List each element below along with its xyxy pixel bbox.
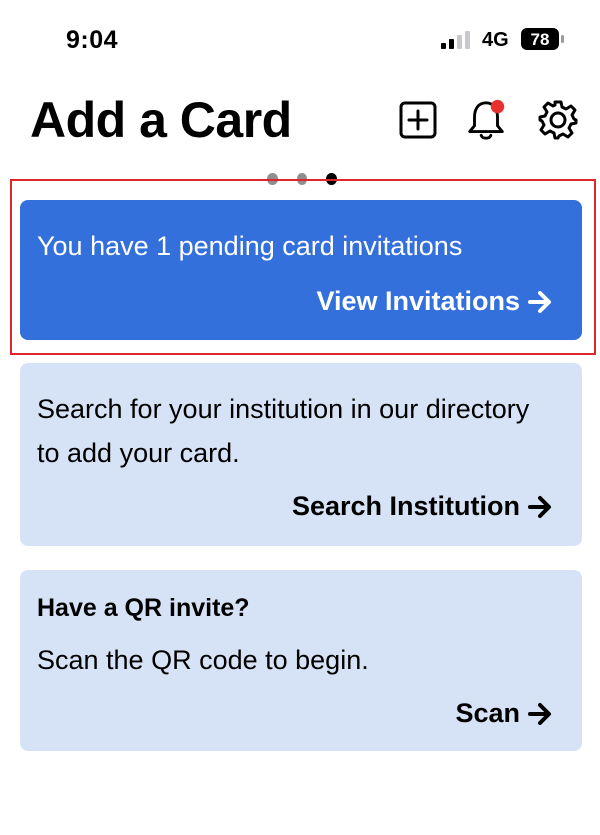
plus-square-icon	[399, 101, 437, 139]
gear-icon	[538, 100, 578, 140]
page-title: Add a Card	[30, 92, 292, 148]
notifications-button[interactable]	[463, 97, 509, 143]
battery-icon: 78	[521, 28, 564, 50]
qr-invite-message: Scan the QR code to begin.	[37, 645, 369, 675]
status-bar: 9:04 4G 78	[0, 0, 600, 80]
add-card-screen: 9:04 4G 78 Add a Card You have 1 pending…	[0, 0, 600, 835]
scan-button[interactable]: Scan	[455, 698, 554, 729]
cellular-signal-icon	[441, 31, 470, 49]
arrow-right-icon	[528, 290, 551, 313]
status-time: 9:04	[66, 26, 119, 54]
scan-label: Scan	[455, 698, 520, 728]
pending-invitations-card[interactable]: You have 1 pending card invitations View…	[20, 200, 582, 340]
search-institution-button[interactable]: Search Institution	[292, 491, 554, 522]
bell-icon	[468, 99, 505, 140]
qr-invite-card[interactable]: Have a QR invite? Scan the QR code to be…	[20, 570, 582, 751]
arrow-right-icon	[528, 495, 551, 518]
view-invitations-button[interactable]: View Invitations	[316, 286, 554, 317]
invitations-message: You have 1 pending card invitations	[37, 231, 463, 261]
search-institution-label: Search Institution	[291, 491, 520, 521]
view-invitations-label: View Invitations	[316, 286, 520, 316]
search-institution-card[interactable]: Search for your institution in our direc…	[20, 363, 582, 546]
add-card-button[interactable]	[395, 97, 441, 143]
settings-button[interactable]	[535, 97, 581, 143]
network-type: 4G	[482, 29, 509, 51]
qr-invite-title: Have a QR invite?	[37, 594, 250, 622]
notification-dot	[490, 99, 505, 114]
svg-text:78: 78	[531, 30, 550, 49]
arrow-right-icon	[528, 702, 551, 725]
search-institution-message: Search for your institution in our direc…	[37, 394, 530, 468]
